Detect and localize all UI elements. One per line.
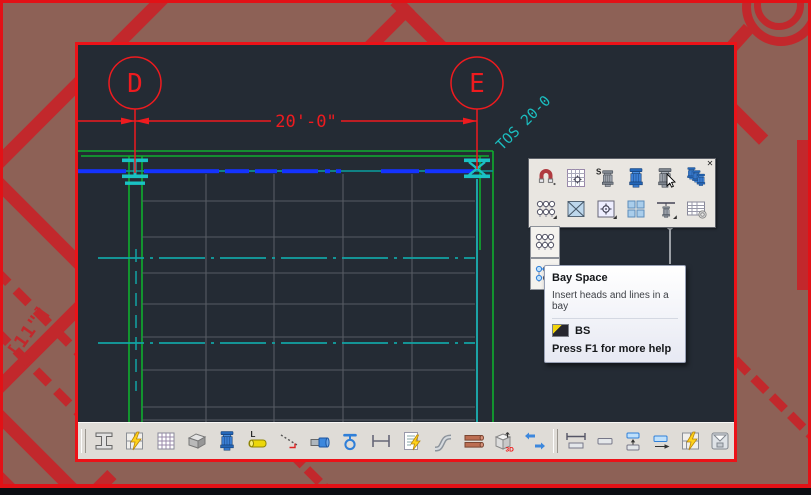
pipe-extend-icon xyxy=(650,429,674,453)
dimension-text: 20'-0" xyxy=(275,112,336,132)
toolbar-button-report-lightning[interactable] xyxy=(399,428,426,455)
schedule-table-icon xyxy=(684,197,708,221)
toolbar-button-pipes[interactable] xyxy=(460,428,487,455)
branch-lines xyxy=(98,258,475,343)
palette-button-bay-target[interactable] xyxy=(591,193,621,224)
toolbar-button-sprinkler[interactable] xyxy=(214,428,241,455)
toolbar-button-pipe-fitting[interactable] xyxy=(306,428,333,455)
toolbar-button-layout-lightning-2[interactable] xyxy=(677,428,704,455)
sprinkler-pick-icon xyxy=(654,166,678,190)
pipes-icon xyxy=(462,429,486,453)
dimension-icon xyxy=(369,429,393,453)
toolbar-grip[interactable] xyxy=(553,429,558,453)
toolbar-button-panel-mail[interactable] xyxy=(706,428,733,455)
toolbar-button-swap-arrows[interactable] xyxy=(522,428,549,455)
toolbar-button-slope[interactable] xyxy=(276,428,303,455)
svg-text:S: S xyxy=(596,167,602,176)
toolbar-button-pipe-bend[interactable] xyxy=(429,428,456,455)
toolbar-button-pipe-raise[interactable] xyxy=(620,428,647,455)
palette-button-schedule-table[interactable] xyxy=(681,193,711,224)
valve-icon xyxy=(338,429,362,453)
heads-multiple-icon xyxy=(533,230,557,254)
bottom-black-bar xyxy=(0,488,811,495)
box-3d-icon: 3D xyxy=(492,429,516,453)
tooltip-description: Insert heads and lines in a bay xyxy=(552,290,678,312)
panel-mail-icon xyxy=(708,429,732,453)
palette-button-sprinkler-blue[interactable] xyxy=(621,162,651,193)
toolbar-button-dimension[interactable] xyxy=(368,428,395,455)
toolbar-button-pipe-extend[interactable] xyxy=(649,428,676,455)
bay-target-icon xyxy=(594,197,618,221)
sprinkler-blue-icon xyxy=(624,166,648,190)
toolbar-grip[interactable] xyxy=(81,429,86,453)
toolbar-button-grid[interactable] xyxy=(153,428,180,455)
tooltip-help-text: Press F1 for more help xyxy=(552,343,678,355)
sprinkler-s-icon: S xyxy=(594,166,618,190)
toolbar-button-layout-lightning[interactable] xyxy=(122,428,149,455)
palette-button-grid-target[interactable] xyxy=(561,162,591,193)
screenshot-canvas: [11"] [11"] xyxy=(0,0,811,495)
cad-drawing-canvas[interactable]: D E 20'-0" TOS 20-0 xyxy=(78,45,734,423)
toolbar-button-pipe-length[interactable]: L xyxy=(245,428,272,455)
sprinkler-icon xyxy=(215,429,239,453)
layout-lightning-icon xyxy=(679,429,703,453)
pipe-bend-icon xyxy=(431,429,455,453)
palette-button-heads-multiple[interactable] xyxy=(531,193,561,224)
toolbar-button-pipe-dimension[interactable] xyxy=(562,428,589,455)
tos-annotation: TOS 20-0 xyxy=(494,93,555,154)
magnet-icon xyxy=(534,166,558,190)
pipe-raise-icon xyxy=(621,429,645,453)
svg-text:3D: 3D xyxy=(506,447,515,454)
pipe-segment-icon xyxy=(593,429,617,453)
ceiling-grid-lines xyxy=(142,174,475,423)
palette-button-head-in-line[interactable] xyxy=(651,193,681,224)
palette-button-bay-erase[interactable] xyxy=(561,193,591,224)
keyboard-icon xyxy=(552,324,569,337)
hanger-symbol xyxy=(667,223,673,264)
swap-arrows-icon xyxy=(523,429,547,453)
grid-bubble-label-e: E xyxy=(469,69,485,99)
bottom-toolbar: L 3D xyxy=(78,422,734,459)
squares-four-icon xyxy=(624,197,648,221)
grid-icon xyxy=(154,429,178,453)
tooltip-shortcut-row: BS xyxy=(552,324,678,337)
bay-erase-icon xyxy=(564,197,588,221)
bay-space-tooltip: Bay Space Insert heads and lines in a ba… xyxy=(544,265,686,363)
duct-icon xyxy=(185,429,209,453)
tooltip-separator xyxy=(552,318,678,319)
palette-button-magnet[interactable] xyxy=(531,162,561,193)
toolbar-button-box-3d[interactable]: 3D xyxy=(491,428,518,455)
toolbar-button-duct[interactable] xyxy=(183,428,210,455)
toolbar-button-pipe-segment[interactable] xyxy=(591,428,618,455)
slope-icon xyxy=(277,429,301,453)
svg-text:L: L xyxy=(251,430,256,439)
toolbar-button-steel-beam[interactable] xyxy=(91,428,118,455)
tooltip-shortcut: BS xyxy=(575,325,590,337)
cad-window: D E 20'-0" TOS 20-0 ✕ S xyxy=(75,42,737,462)
report-lightning-icon xyxy=(400,429,424,453)
toolbar-button-valve[interactable] xyxy=(337,428,364,455)
heads-multiple-icon xyxy=(534,197,558,221)
pipe-dimension-icon xyxy=(564,429,588,453)
bg-stripe xyxy=(797,140,810,290)
palette-close-button[interactable]: ✕ xyxy=(705,159,715,169)
head-in-line-icon xyxy=(654,197,678,221)
layout-lightning-icon xyxy=(123,429,147,453)
grid-bubble-label-d: D xyxy=(127,69,143,99)
pipe-length-icon: L xyxy=(246,429,270,453)
sprinklers-copy-icon xyxy=(684,166,708,190)
pipe-boundary-lines xyxy=(78,151,493,423)
grid-target-icon xyxy=(564,166,588,190)
steel-beam-icon xyxy=(92,429,116,453)
tooltip-title: Bay Space xyxy=(552,272,678,284)
flyout-button-heads-multiple[interactable] xyxy=(530,226,560,258)
palette-button-sprinkler-pick[interactable] xyxy=(651,162,681,193)
pipe-fitting-icon xyxy=(308,429,332,453)
sprinkler-tool-palette: ✕ S xyxy=(528,158,716,228)
palette-grid: S xyxy=(529,159,715,227)
palette-button-sprinkler-s[interactable]: S xyxy=(591,162,621,193)
palette-button-squares-four[interactable] xyxy=(621,193,651,224)
